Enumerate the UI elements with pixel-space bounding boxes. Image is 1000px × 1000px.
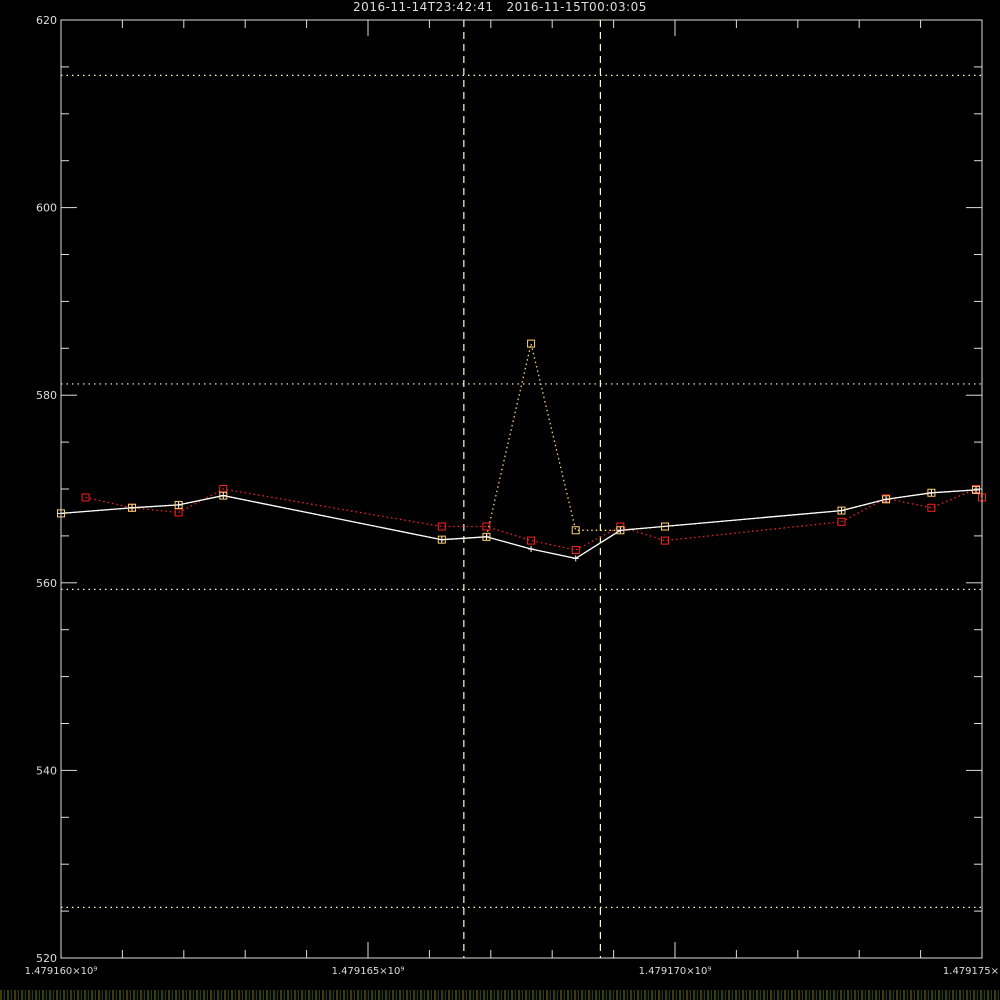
series-0-point (220, 492, 227, 499)
series-0-point (438, 536, 445, 543)
x-tick-label: 1.479165×10⁹ (332, 966, 405, 977)
series-1-point (174, 508, 183, 517)
y-tick-label: 620 (36, 14, 57, 27)
y-tick-label: 540 (36, 764, 57, 777)
x-tick-label: 1.479170×10⁹ (639, 966, 712, 977)
series-0-point (838, 507, 845, 514)
plot-frame (60, 19, 983, 959)
time-series-chart: 520 540 560 580 600 620 1.479160×10⁹ 1.479165×1… (25, 14, 999, 977)
series-2-point (527, 339, 536, 348)
series-1-point (927, 503, 936, 512)
y-tick-label: 560 (36, 577, 57, 590)
series-1-point (81, 493, 90, 502)
series-1-point (837, 517, 846, 526)
series-0-point (129, 504, 136, 511)
data-series (57, 339, 986, 562)
y-tick-label: 580 (36, 389, 57, 402)
series-0-point (928, 489, 935, 496)
bottom-noise-strip (0, 990, 1000, 1000)
plot-axes: 520 540 560 580 600 620 1.479160×10⁹ 1.479165×1… (25, 14, 999, 977)
x-tick-label: 1.479175× (943, 966, 999, 977)
y-tick-label: 520 (36, 952, 57, 965)
series-0-line (60, 489, 977, 560)
series-1-point (571, 545, 580, 554)
series-0-point (175, 501, 182, 508)
x-tick-label: 1.479160×10⁹ (25, 966, 98, 977)
y-tick-label: 600 (36, 202, 57, 215)
reference-lines (61, 20, 982, 958)
series-0-point (528, 546, 535, 553)
series-0-point (483, 533, 490, 540)
